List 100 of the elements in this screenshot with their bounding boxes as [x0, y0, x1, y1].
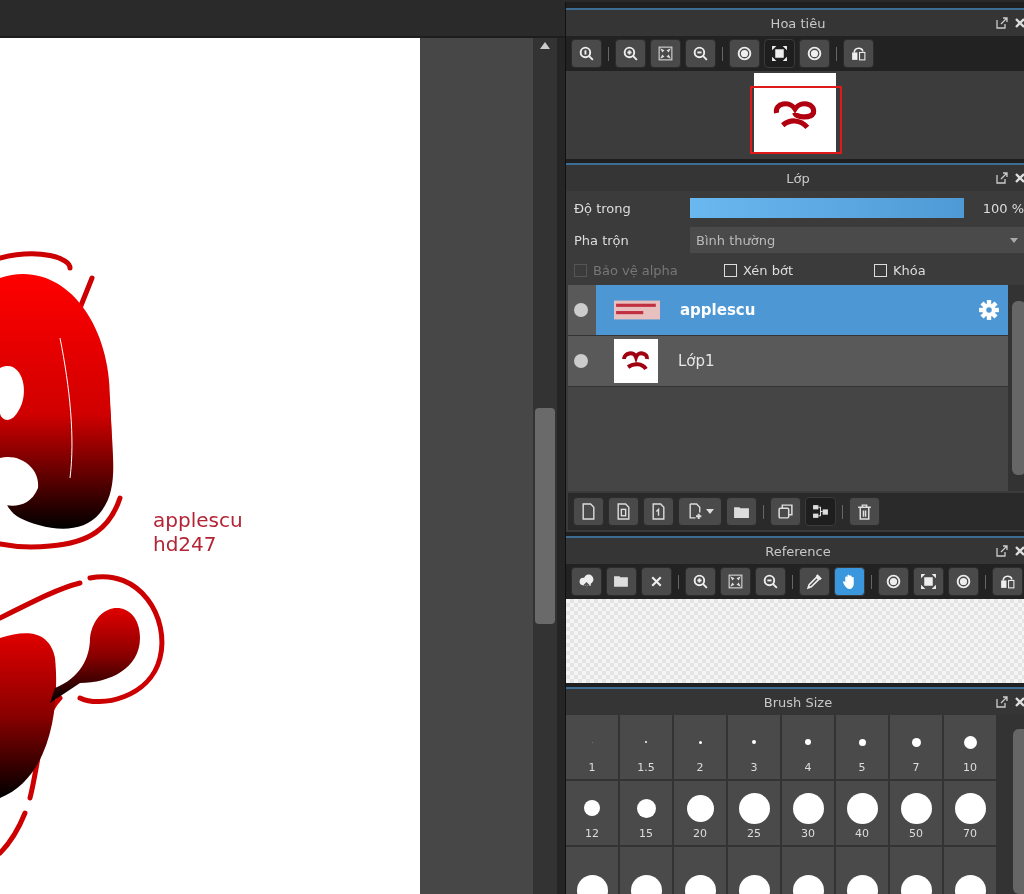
undock-icon[interactable] [996, 545, 1008, 557]
opacity-slider[interactable] [690, 198, 964, 218]
brush-size-option[interactable]: 3 [728, 715, 780, 779]
panel-title: Reference [764, 543, 832, 559]
flip-button[interactable] [992, 567, 1023, 596]
merge-button[interactable] [805, 497, 836, 526]
option-checkbox[interactable]: Khóa [874, 262, 1024, 278]
fit-button[interactable] [650, 39, 681, 68]
zoom-in-icon [622, 45, 639, 62]
brush-size-option[interactable] [620, 847, 672, 894]
close-icon[interactable] [1014, 172, 1024, 184]
flip-button[interactable] [843, 39, 874, 68]
brush-size-option[interactable]: 12 [566, 781, 618, 845]
close-icon[interactable] [1014, 545, 1024, 557]
close-icon[interactable] [1014, 696, 1024, 708]
zoom-out-icon [762, 573, 779, 590]
brush-size-option[interactable] [566, 847, 618, 894]
zoom-out-button[interactable] [685, 39, 716, 68]
brush-size-option[interactable]: 70 [944, 781, 996, 845]
visibility-toggle[interactable] [574, 303, 588, 317]
zoom-in-button[interactable] [615, 39, 646, 68]
eyedropper-button[interactable] [799, 567, 830, 596]
rotate-right-button[interactable] [948, 567, 979, 596]
brush-size-option[interactable]: 10 [944, 715, 996, 779]
reset-button[interactable] [764, 39, 795, 68]
delete-button[interactable] [849, 497, 880, 526]
brush-size-option[interactable]: 25 [728, 781, 780, 845]
flip-icon [850, 45, 867, 62]
new-8bit-icon [615, 503, 632, 520]
flip-icon [999, 573, 1016, 590]
brush-size-option[interactable] [944, 847, 996, 894]
layer-scrollbar[interactable] [1008, 285, 1024, 491]
close-icon[interactable] [1014, 17, 1024, 29]
undock-icon[interactable] [996, 696, 1008, 708]
cloud-icon [578, 573, 595, 590]
brush-size-option[interactable]: 1 [566, 715, 618, 779]
new-1bit-button[interactable] [643, 497, 674, 526]
brush-size-option[interactable]: 2 [674, 715, 726, 779]
folder-button[interactable] [726, 497, 757, 526]
rotate-left-button[interactable] [729, 39, 760, 68]
cloud-button[interactable] [571, 567, 602, 596]
zoom-in-icon [692, 573, 709, 590]
delete-icon [856, 503, 873, 520]
brush-size-option[interactable]: 1.5 [620, 715, 672, 779]
new-layer-button[interactable] [573, 497, 604, 526]
reset-icon [920, 573, 937, 590]
option-checkbox[interactable]: Xén bớt [724, 262, 874, 278]
zoom-actual-button[interactable] [571, 39, 602, 68]
brush-size-option[interactable]: 15 [620, 781, 672, 845]
panel-title: Lớp [785, 170, 811, 186]
zoom-actual-icon [578, 45, 595, 62]
hand-button[interactable] [834, 567, 865, 596]
fit-icon [727, 573, 744, 590]
brush-size-option[interactable]: 50 [890, 781, 942, 845]
reset-button[interactable] [913, 567, 944, 596]
close-button[interactable] [641, 567, 672, 596]
view-frame[interactable] [750, 86, 842, 154]
zoom-out-icon [692, 45, 709, 62]
blend-label: Pha trộn [574, 232, 630, 248]
opacity-label: Độ trong [574, 200, 632, 216]
visibility-toggle[interactable] [574, 354, 588, 368]
duplicate-button[interactable] [770, 497, 801, 526]
rotate-right-button[interactable] [799, 39, 830, 68]
reset-icon [771, 45, 788, 62]
brush-size-option[interactable]: 7 [890, 715, 942, 779]
new-layer-icon [580, 503, 597, 520]
brush-size-option[interactable] [782, 847, 834, 894]
caret-icon [1010, 237, 1018, 243]
rotate-left-button[interactable] [878, 567, 909, 596]
brush-size-option[interactable] [890, 847, 942, 894]
brush-size-option[interactable] [728, 847, 780, 894]
brush-size-option[interactable]: 20 [674, 781, 726, 845]
undock-icon[interactable] [996, 172, 1008, 184]
brush-size-option[interactable] [836, 847, 888, 894]
panel-title: Hoa tiêu [769, 15, 827, 31]
open-button[interactable] [606, 567, 637, 596]
undock-icon[interactable] [996, 17, 1008, 29]
settings-icon[interactable] [978, 299, 1000, 321]
brush-size-option[interactable]: 5 [836, 715, 888, 779]
brush-size-option[interactable] [674, 847, 726, 894]
fit-icon [657, 45, 674, 62]
panel-title: Brush Size [762, 694, 834, 710]
blend-dropdown[interactable]: Bình thường [690, 227, 1024, 253]
add-menu-button[interactable] [678, 497, 722, 526]
zoom-out-button[interactable] [755, 567, 786, 596]
canvas-scrollbar[interactable] [533, 38, 557, 894]
brush-size-option[interactable]: 4 [782, 715, 834, 779]
brush-size-option[interactable]: 30 [782, 781, 834, 845]
opacity-value: 100 % [981, 200, 1024, 216]
brush-size-option[interactable]: 40 [836, 781, 888, 845]
layer-thumbnail [614, 339, 658, 383]
zoom-in-button[interactable] [685, 567, 716, 596]
canvas-text: applescu hd247 [153, 508, 243, 556]
fit-button[interactable] [720, 567, 751, 596]
canvas-thumbnail[interactable] [754, 73, 836, 153]
caret-icon [705, 509, 714, 514]
merge-icon [812, 503, 829, 520]
add-menu-icon [686, 503, 704, 520]
layer-name: applescu [680, 301, 757, 319]
new-8bit-button[interactable] [608, 497, 639, 526]
